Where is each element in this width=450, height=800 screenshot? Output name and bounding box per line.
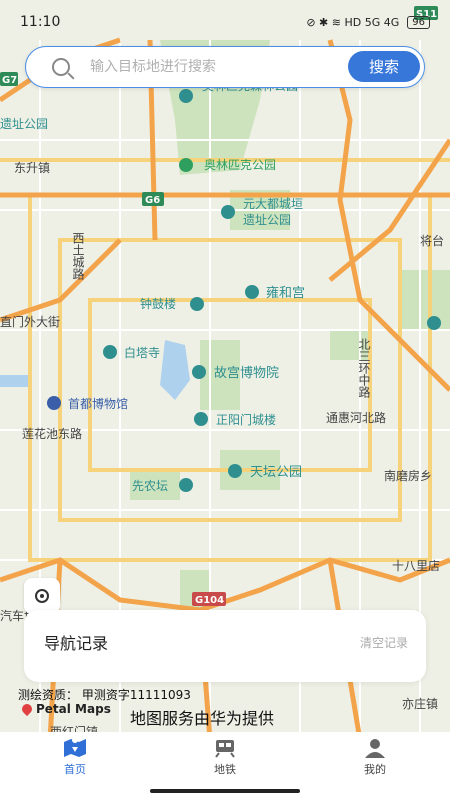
locate-icon [35, 589, 49, 603]
home-map-icon [64, 737, 86, 757]
label-beisanhuan: 北三环中路 [357, 338, 371, 399]
label-shibalidian: 十八里店 [392, 559, 440, 573]
label-baitasi: 白塔寺 [124, 345, 160, 360]
locate-button[interactable] [24, 578, 60, 614]
status-icons: ⊘ ✱ ≋ HD 5G 4G 96 [306, 15, 430, 29]
history-title: 导航记录 [44, 634, 109, 653]
tab-subway-label: 地铁 [214, 762, 236, 776]
label-yizhuang: 亦庄镇 [402, 696, 438, 711]
status-bar: 11:10 ⊘ ✱ ≋ HD 5G 4G 96 [0, 0, 450, 44]
label-gugong: 故宫博物院 [214, 366, 279, 381]
label-tiantan: 天坛公园 [250, 465, 302, 480]
label-zhonggulou: 钟鼓楼 [140, 296, 176, 311]
search-input[interactable] [88, 58, 322, 76]
label-xiannongtan: 先农坛 [132, 479, 168, 493]
label-yuandadu-1: 元大都城垣 [243, 197, 303, 211]
survey-credit: 测绘资质： 甲测资字11111093 [18, 688, 191, 702]
tab-profile-label: 我的 [364, 762, 386, 776]
tab-home[interactable]: 首页 [0, 732, 150, 782]
label-zhimen: 直门外大街 [0, 314, 60, 329]
label-relic-park-1: 遗址公园 [0, 117, 48, 131]
label-olympic-park: 奥林匹克公园 [204, 158, 276, 172]
clear-history-button[interactable]: 清空记录 [360, 634, 408, 651]
navigation-history-card: 导航记录 清空记录 [24, 610, 426, 682]
shield-g6: G6 [145, 195, 160, 206]
subway-icon [215, 739, 235, 758]
battery-icon: 96 [407, 15, 430, 29]
bottom-tab-bar: 首页 地铁 我的 [0, 732, 450, 782]
signal-icons: ⊘ ✱ ≋ HD 5G 4G [306, 15, 400, 29]
label-zhengyangmen: 正阳门城楼 [216, 412, 276, 427]
label-yuandadu-2: 遗址公园 [243, 213, 291, 227]
profile-icon [365, 738, 385, 758]
petal-pin-icon [19, 701, 35, 717]
petal-brand: Petal Maps [36, 702, 111, 716]
petal-maps-logo: Petal Maps [19, 701, 111, 717]
search-button[interactable]: 搜索 [348, 51, 420, 82]
label-capital-museum: 首都博物馆 [68, 396, 128, 411]
label-tonghuihe: 通惠河北路 [326, 410, 386, 425]
search-icon [52, 58, 70, 76]
label-nanmofang: 南磨房乡 [384, 468, 432, 483]
tab-home-label: 首页 [64, 762, 86, 776]
tab-subway[interactable]: 地铁 [150, 732, 300, 782]
shield-g7: G7 [2, 75, 17, 86]
home-indicator [0, 782, 450, 800]
map-provider-text: 地图服务由华为提供 [130, 709, 275, 728]
shield-g104: G104 [195, 595, 224, 606]
label-xitucheng: 西土城路 [71, 232, 85, 281]
label-lianhuachi: 莲花池东路 [22, 426, 82, 441]
tab-profile[interactable]: 我的 [300, 732, 450, 782]
search-bar: 搜索 [25, 46, 425, 88]
label-dongsheng: 东升镇 [14, 161, 50, 175]
label-jiangtai: 将台 [420, 233, 444, 248]
label-yonghegong: 雍和宫 [266, 285, 305, 301]
status-time: 11:10 [20, 14, 61, 30]
